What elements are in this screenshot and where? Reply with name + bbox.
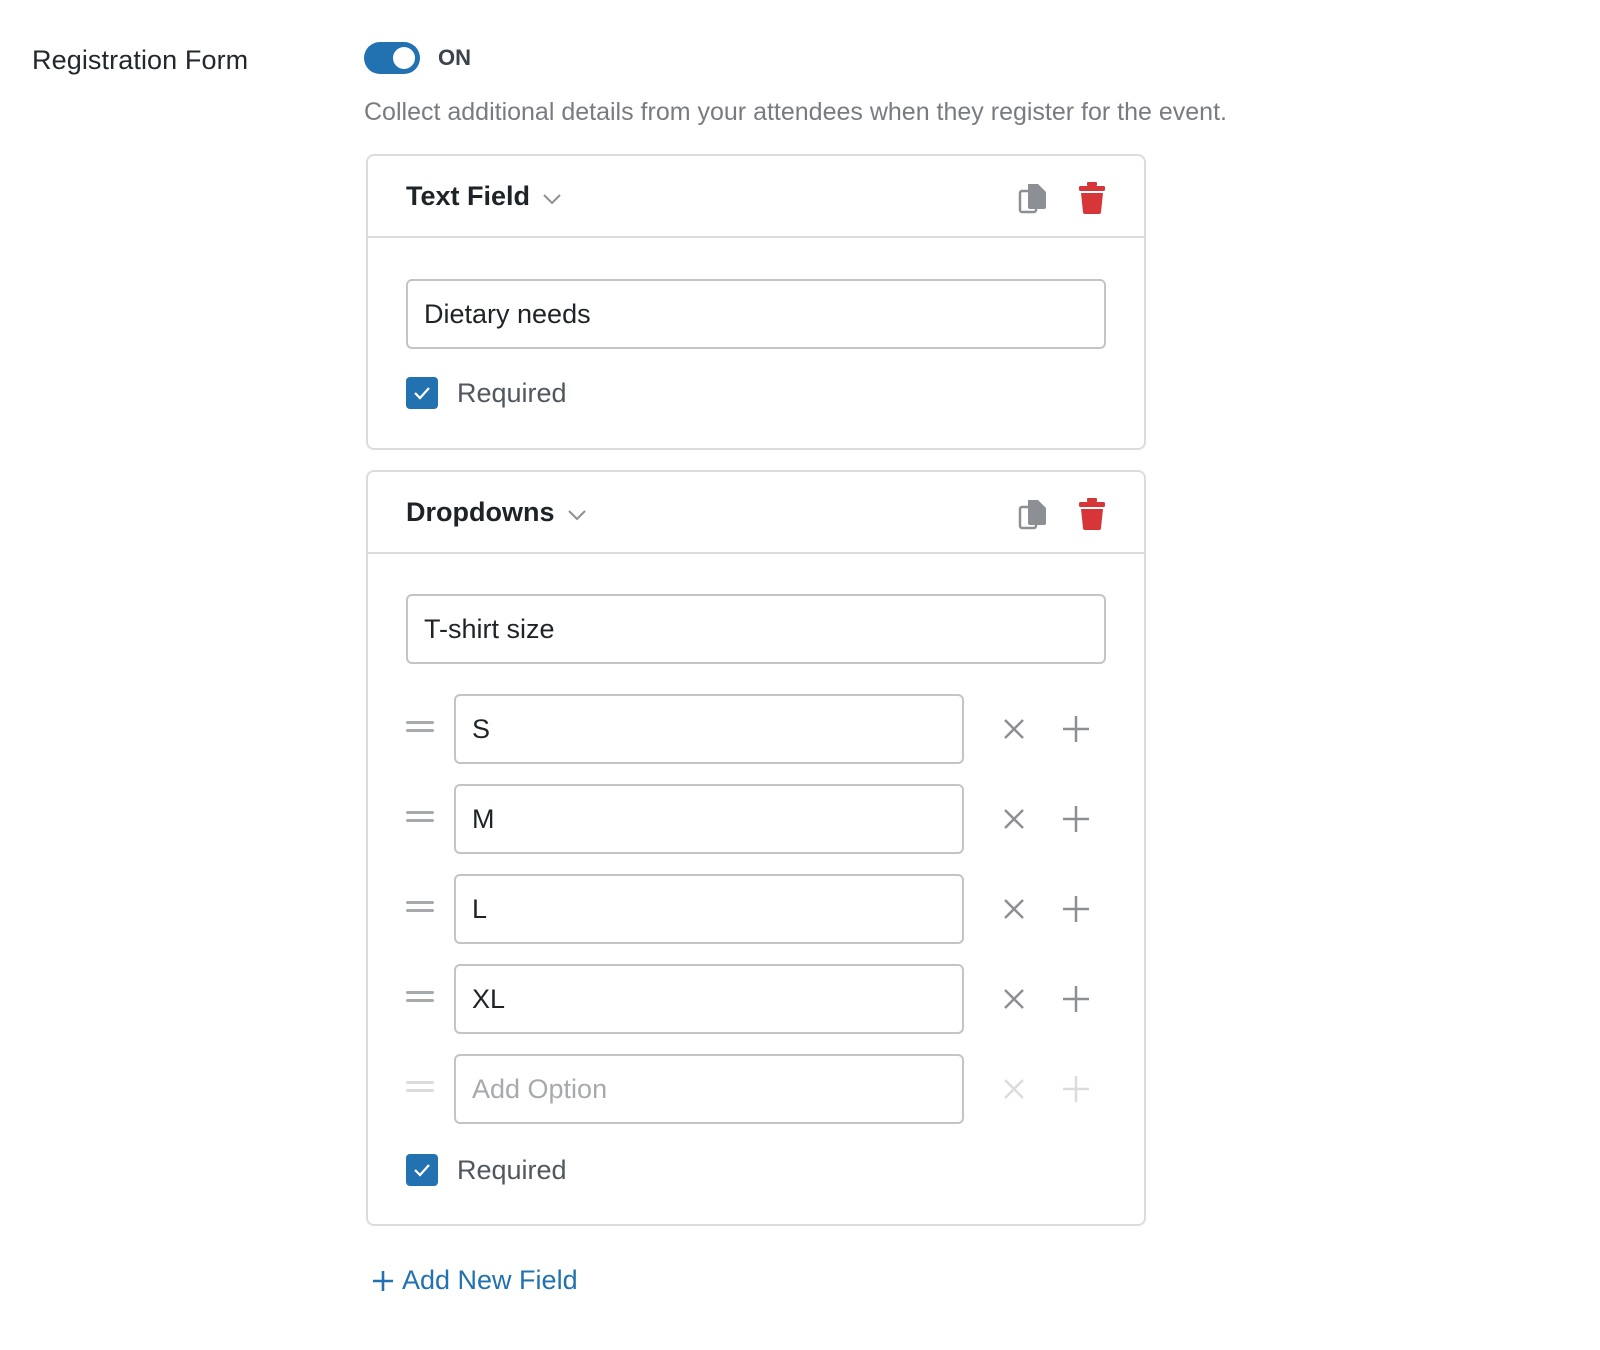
field-label-input[interactable]: Dietary needs <box>406 279 1106 349</box>
option-input[interactable]: S <box>454 694 964 764</box>
required-label: Required <box>457 1154 567 1185</box>
trash-icon[interactable] <box>1078 498 1106 535</box>
toggle-knob <box>393 47 415 69</box>
section-label: Registration Form <box>32 45 249 75</box>
drag-handle-icon[interactable] <box>406 991 434 1006</box>
plus-icon <box>372 1270 394 1292</box>
new-option-row: Add Option <box>406 1054 1106 1124</box>
option-input[interactable]: L <box>454 874 964 944</box>
field-card-dropdown: Dropdowns T-shirt size S M L XL Add Opti… <box>366 470 1146 1226</box>
toggle-state-label: ON <box>438 45 471 70</box>
copy-icon[interactable] <box>1018 182 1048 219</box>
drag-handle-icon[interactable] <box>406 901 434 916</box>
add-new-field-button[interactable]: Add New Field <box>372 1265 578 1296</box>
chevron-down-icon <box>542 181 562 212</box>
close-icon <box>1003 1078 1025 1105</box>
drag-handle-icon <box>406 1081 434 1096</box>
required-checkbox[interactable] <box>406 377 438 409</box>
close-icon[interactable] <box>1003 988 1025 1015</box>
dropdown-option-row: L <box>406 874 1106 944</box>
required-checkbox-row[interactable]: Required <box>406 1154 567 1186</box>
field-card-header: Text Field <box>368 156 1144 238</box>
checkmark-icon <box>414 1164 430 1177</box>
field-card-text: Text Field Dietary needs Required <box>366 154 1146 450</box>
add-option-input[interactable]: Add Option <box>454 1054 964 1124</box>
required-label: Required <box>457 377 567 408</box>
plus-icon[interactable] <box>1062 985 1090 1018</box>
field-label-input[interactable]: T-shirt size <box>406 594 1106 664</box>
drag-handle-icon[interactable] <box>406 811 434 826</box>
field-type-label: Text Field <box>406 181 531 211</box>
option-input[interactable]: XL <box>454 964 964 1034</box>
drag-handle-icon[interactable] <box>406 721 434 736</box>
plus-icon[interactable] <box>1062 895 1090 928</box>
chevron-down-icon <box>567 497 587 528</box>
plus-icon[interactable] <box>1062 715 1090 748</box>
close-icon[interactable] <box>1003 898 1025 925</box>
dropdown-option-row: S <box>406 694 1106 764</box>
checkmark-icon <box>414 387 430 400</box>
field-card-header: Dropdowns <box>368 472 1144 554</box>
registration-toggle-row: ON <box>364 42 471 74</box>
required-checkbox-row[interactable]: Required <box>406 377 567 409</box>
option-input[interactable]: M <box>454 784 964 854</box>
dropdown-option-row: M <box>406 784 1106 854</box>
dropdown-option-row: XL <box>406 964 1106 1034</box>
required-checkbox[interactable] <box>406 1154 438 1186</box>
close-icon[interactable] <box>1003 808 1025 835</box>
add-new-field-label: Add New Field <box>402 1265 578 1295</box>
section-description: Collect additional details from your att… <box>364 98 1227 126</box>
field-type-label: Dropdowns <box>406 497 555 527</box>
copy-icon[interactable] <box>1018 498 1048 535</box>
plus-icon <box>1062 1075 1090 1108</box>
field-type-selector[interactable]: Dropdowns <box>406 497 587 528</box>
registration-toggle[interactable] <box>364 42 420 74</box>
close-icon[interactable] <box>1003 718 1025 745</box>
plus-icon[interactable] <box>1062 805 1090 838</box>
field-type-selector[interactable]: Text Field <box>406 181 562 212</box>
trash-icon[interactable] <box>1078 182 1106 219</box>
